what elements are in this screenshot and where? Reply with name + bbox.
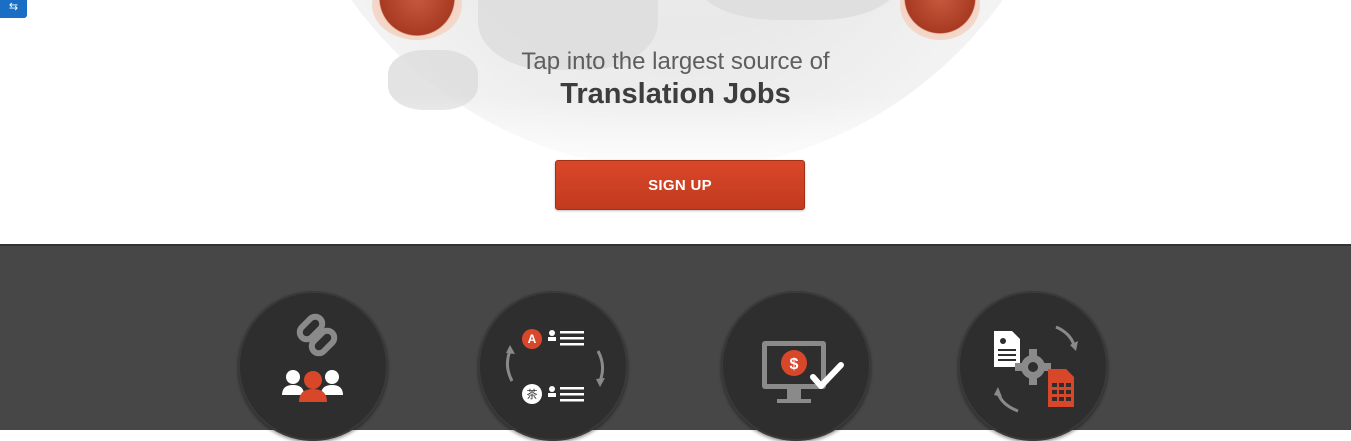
language-exchange-icon: A 茶 bbox=[505, 329, 605, 404]
hero-section: ⇆ Tap into the largest source of Transla… bbox=[0, 0, 1351, 244]
signup-button[interactable]: SIGN UP bbox=[555, 160, 805, 210]
document-processing-icon bbox=[994, 325, 1078, 413]
hero-headline: Translation Jobs bbox=[560, 78, 791, 110]
feature-monitor-payment[interactable]: $ bbox=[721, 291, 871, 441]
feature-language-exchange[interactable]: A 茶 bbox=[478, 291, 628, 441]
svg-text:茶: 茶 bbox=[527, 388, 538, 401]
features-band bbox=[0, 244, 1351, 430]
side-tab[interactable]: ⇆ bbox=[0, 0, 27, 18]
svg-text:$: $ bbox=[790, 356, 799, 373]
linked-users-icon bbox=[282, 313, 343, 402]
hero-tagline: Tap into the largest source of bbox=[521, 48, 830, 75]
feature-linked-users[interactable] bbox=[238, 291, 388, 441]
feature-document-processing[interactable] bbox=[958, 291, 1108, 441]
svg-text:A: A bbox=[528, 332, 537, 346]
signup-label: SIGN UP bbox=[648, 176, 712, 194]
share-icon: ⇆ bbox=[8, 1, 19, 13]
monitor-payment-icon: $ bbox=[762, 341, 844, 403]
